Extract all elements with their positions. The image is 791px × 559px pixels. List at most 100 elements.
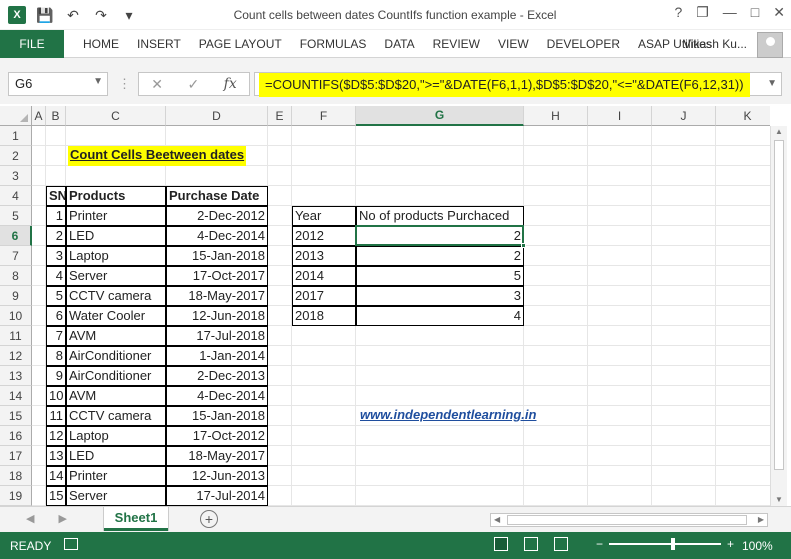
name-box[interactable]: G6 ▼ bbox=[8, 72, 108, 96]
summary-count-cell[interactable]: 3 bbox=[356, 286, 524, 306]
page-break-view-icon[interactable] bbox=[554, 537, 568, 551]
save-icon[interactable]: 💾 bbox=[36, 6, 54, 24]
column-header-b[interactable]: B bbox=[46, 106, 66, 126]
formula-input[interactable]: =COUNTIFS($D$5:$D$20,">="&DATE(F6,1,1),$… bbox=[254, 72, 782, 97]
tab-review[interactable]: REVIEW bbox=[424, 30, 489, 58]
horizontal-scrollbar[interactable]: ◀ ▶ bbox=[490, 513, 768, 527]
table-cell[interactable]: 1 bbox=[46, 206, 66, 226]
undo-icon[interactable]: ↶ bbox=[64, 6, 82, 24]
table-cell[interactable]: 15-Jan-2018 bbox=[166, 246, 268, 266]
table-cell[interactable]: 12-Jun-2018 bbox=[166, 306, 268, 326]
row-header-17[interactable]: 17 bbox=[0, 446, 32, 466]
select-all-button[interactable] bbox=[0, 106, 32, 126]
row-header-14[interactable]: 14 bbox=[0, 386, 32, 406]
minimize-button[interactable]: — bbox=[723, 4, 737, 21]
avatar[interactable] bbox=[757, 32, 783, 58]
column-header-d[interactable]: D bbox=[166, 106, 268, 126]
column-header-c[interactable]: C bbox=[66, 106, 166, 126]
row-header-11[interactable]: 11 bbox=[0, 326, 32, 346]
table-cell[interactable]: LED bbox=[66, 446, 166, 466]
table-cell[interactable]: 17-Jul-2018 bbox=[166, 326, 268, 346]
scroll-down-icon[interactable]: ▼ bbox=[775, 495, 783, 504]
customize-qat-icon[interactable]: ▾ bbox=[120, 6, 138, 24]
table-header-cell[interactable]: Purchase Date bbox=[166, 186, 268, 206]
sheet-prev-icon[interactable]: ◀ bbox=[26, 512, 34, 525]
table-cell[interactable]: 4-Dec-2014 bbox=[166, 226, 268, 246]
row-header-15[interactable]: 15 bbox=[0, 406, 32, 426]
table-header-cell[interactable]: SN bbox=[46, 186, 66, 206]
row-header-16[interactable]: 16 bbox=[0, 426, 32, 446]
website-link[interactable]: www.independentlearning.in bbox=[358, 406, 558, 426]
summary-year-cell[interactable]: 2012 bbox=[292, 226, 356, 246]
redo-icon[interactable]: ↷ bbox=[92, 6, 110, 24]
row-header-7[interactable]: 7 bbox=[0, 246, 32, 266]
table-cell[interactable]: Laptop bbox=[66, 426, 166, 446]
sheet-heading[interactable]: Count Cells Beetween dates bbox=[68, 146, 246, 166]
table-cell[interactable]: AVM bbox=[66, 386, 166, 406]
table-cell[interactable]: 12-Jun-2013 bbox=[166, 466, 268, 486]
table-cell[interactable]: AirConditioner bbox=[66, 346, 166, 366]
table-cell[interactable]: 14 bbox=[46, 466, 66, 486]
summary-count-cell[interactable]: 4 bbox=[356, 306, 524, 326]
table-cell[interactable]: 11 bbox=[46, 406, 66, 426]
table-cell[interactable]: 9 bbox=[46, 366, 66, 386]
tab-home[interactable]: HOME bbox=[74, 30, 128, 58]
table-cell[interactable]: 4-Dec-2014 bbox=[166, 386, 268, 406]
chevron-down-icon[interactable]: ▼ bbox=[93, 76, 103, 87]
expand-formula-bar-icon[interactable]: ▼ bbox=[767, 78, 777, 89]
table-cell[interactable]: 17-Oct-2017 bbox=[166, 266, 268, 286]
table-cell[interactable]: Printer bbox=[66, 466, 166, 486]
excel-app-icon[interactable]: X bbox=[8, 6, 26, 24]
summary-count-cell[interactable]: 2 bbox=[356, 246, 524, 266]
zoom-slider[interactable] bbox=[609, 538, 722, 550]
zoom-slider-knob[interactable] bbox=[671, 538, 676, 550]
table-cell[interactable]: 2-Dec-2012 bbox=[166, 206, 268, 226]
table-cell[interactable]: CCTV camera bbox=[66, 286, 166, 306]
tab-formulas[interactable]: FORMULAS bbox=[291, 30, 376, 58]
ribbon-display-options-button[interactable]: ❐ bbox=[696, 4, 709, 21]
table-cell[interactable]: 4 bbox=[46, 266, 66, 286]
summary-year-cell[interactable]: 2013 bbox=[292, 246, 356, 266]
table-cell[interactable]: 10 bbox=[46, 386, 66, 406]
column-header-f[interactable]: F bbox=[292, 106, 356, 126]
table-cell[interactable]: 15 bbox=[46, 486, 66, 506]
page-layout-view-icon[interactable] bbox=[524, 537, 538, 551]
scroll-right-icon[interactable]: ▶ bbox=[758, 515, 764, 524]
table-cell[interactable]: AirConditioner bbox=[66, 366, 166, 386]
column-header-j[interactable]: J bbox=[652, 106, 716, 126]
user-name[interactable]: Vikash Ku... bbox=[683, 37, 747, 51]
column-header-i[interactable]: I bbox=[588, 106, 652, 126]
row-header-19[interactable]: 19 bbox=[0, 486, 32, 506]
table-cell[interactable]: 2 bbox=[46, 226, 66, 246]
macro-recording-icon[interactable] bbox=[64, 538, 78, 550]
table-cell[interactable]: 18-May-2017 bbox=[166, 286, 268, 306]
tab-file[interactable]: FILE bbox=[0, 30, 64, 58]
table-cell[interactable]: Printer bbox=[66, 206, 166, 226]
table-cell[interactable]: 1-Jan-2014 bbox=[166, 346, 268, 366]
column-header-a[interactable]: A bbox=[32, 106, 46, 126]
table-header-cell[interactable]: Products bbox=[66, 186, 166, 206]
row-header-2[interactable]: 2 bbox=[0, 146, 32, 166]
row-header-12[interactable]: 12 bbox=[0, 346, 32, 366]
table-cell[interactable]: LED bbox=[66, 226, 166, 246]
scroll-up-icon[interactable]: ▲ bbox=[775, 127, 783, 136]
maximize-button[interactable]: □ bbox=[751, 4, 759, 21]
vertical-scroll-thumb[interactable] bbox=[774, 140, 784, 470]
row-header-13[interactable]: 13 bbox=[0, 366, 32, 386]
summary-header-cell[interactable]: Year bbox=[292, 206, 356, 226]
zoom-out-button[interactable]: − bbox=[596, 537, 603, 551]
sheet-next-icon[interactable]: ▶ bbox=[58, 512, 66, 525]
row-header-9[interactable]: 9 bbox=[0, 286, 32, 306]
table-cell[interactable]: CCTV camera bbox=[66, 406, 166, 426]
tab-view[interactable]: VIEW bbox=[489, 30, 538, 58]
tab-insert[interactable]: INSERT bbox=[128, 30, 190, 58]
table-cell[interactable]: Laptop bbox=[66, 246, 166, 266]
table-cell[interactable]: 6 bbox=[46, 306, 66, 326]
table-cell[interactable]: 5 bbox=[46, 286, 66, 306]
tab-developer[interactable]: DEVELOPER bbox=[538, 30, 629, 58]
tab-page-layout[interactable]: PAGE LAYOUT bbox=[190, 30, 291, 58]
column-header-e[interactable]: E bbox=[268, 106, 292, 126]
column-header-g[interactable]: G bbox=[356, 106, 524, 126]
column-header-k[interactable]: K bbox=[716, 106, 770, 126]
normal-view-icon[interactable] bbox=[494, 537, 508, 551]
